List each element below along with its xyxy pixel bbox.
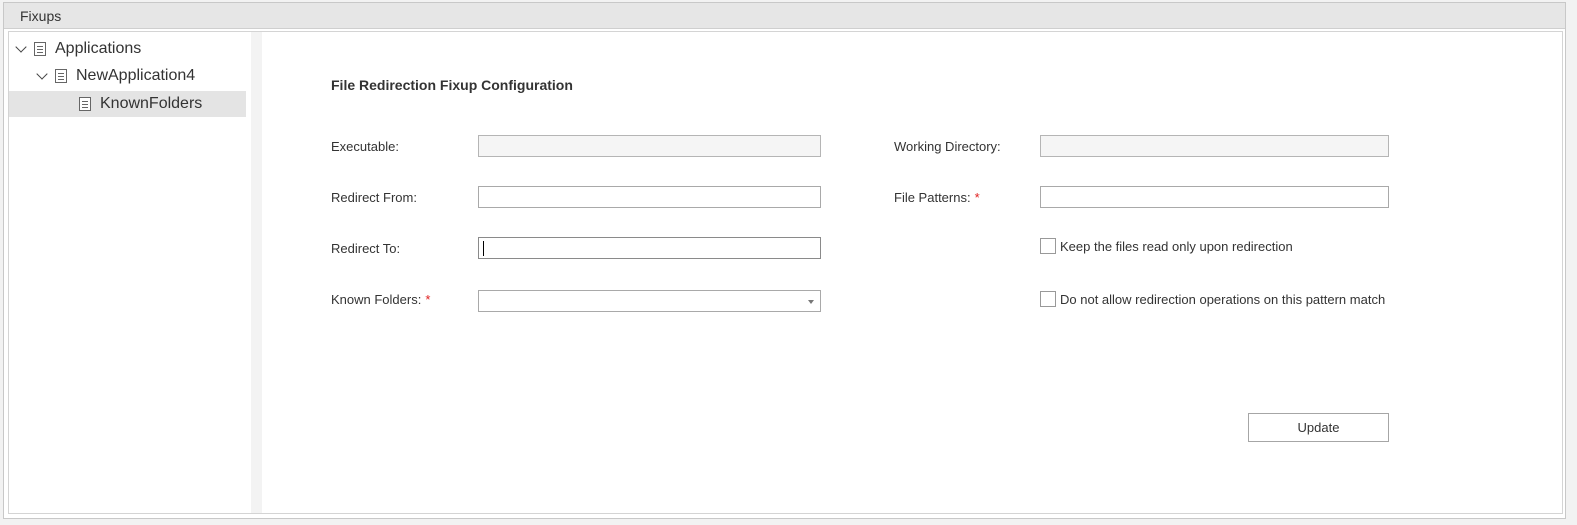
fixups-panel: Fixups Applications NewApplication4 Know…	[3, 2, 1566, 519]
document-icon	[34, 42, 46, 56]
redirect-to-label: Redirect To:	[331, 241, 401, 256]
chevron-down-icon[interactable]	[14, 42, 28, 56]
executable-label: Executable:	[331, 139, 399, 154]
panel-title: Fixups	[20, 8, 62, 24]
no-redirect-label[interactable]: Do not allow redirection operations on t…	[1060, 292, 1385, 307]
text-caret	[483, 241, 484, 256]
tree-node-label: Applications	[55, 40, 142, 57]
keep-read-only-checkbox[interactable]	[1040, 238, 1056, 254]
chevron-down-icon[interactable]	[35, 69, 49, 83]
redirect-to-field[interactable]	[478, 237, 821, 259]
splitter[interactable]	[251, 32, 262, 513]
known-folders-dropdown[interactable]	[478, 290, 821, 312]
file-patterns-label: File Patterns: *	[894, 190, 980, 205]
update-button[interactable]: Update	[1248, 413, 1389, 442]
redirect-from-field[interactable]	[478, 186, 821, 208]
keep-read-only-label[interactable]: Keep the files read only upon redirectio…	[1060, 239, 1293, 254]
page-title: File Redirection Fixup Configuration	[331, 77, 573, 93]
no-redirect-checkbox[interactable]	[1040, 291, 1056, 307]
known-folders-label: Known Folders: *	[331, 292, 431, 307]
tree-node-newapplication4[interactable]: NewApplication4	[35, 63, 249, 89]
fixups-tree: Applications NewApplication4 KnownFolder…	[9, 32, 249, 513]
working-directory-label: Working Directory:	[894, 139, 1001, 154]
document-icon	[79, 97, 91, 111]
document-icon	[55, 69, 67, 83]
file-patterns-field[interactable]	[1040, 186, 1389, 208]
panel-header: Fixups	[4, 3, 1565, 29]
tree-node-knownfolders[interactable]: KnownFolders	[9, 91, 246, 117]
redirect-from-label: Redirect From:	[331, 190, 417, 205]
dropdown-arrow-icon[interactable]	[808, 300, 814, 304]
window: Fixups Applications NewApplication4 Know…	[0, 0, 1577, 525]
executable-field	[478, 135, 821, 157]
tree-node-applications[interactable]: Applications	[14, 36, 249, 62]
required-marker: *	[974, 190, 980, 205]
working-directory-field	[1040, 135, 1389, 157]
fixup-configuration-form: File Redirection Fixup Configuration Exe…	[262, 32, 1562, 513]
panel-body: Applications NewApplication4 KnownFolder…	[8, 31, 1563, 514]
required-marker: *	[425, 292, 431, 307]
tree-node-label: KnownFolders	[100, 95, 203, 112]
tree-node-label: NewApplication4	[76, 67, 196, 84]
